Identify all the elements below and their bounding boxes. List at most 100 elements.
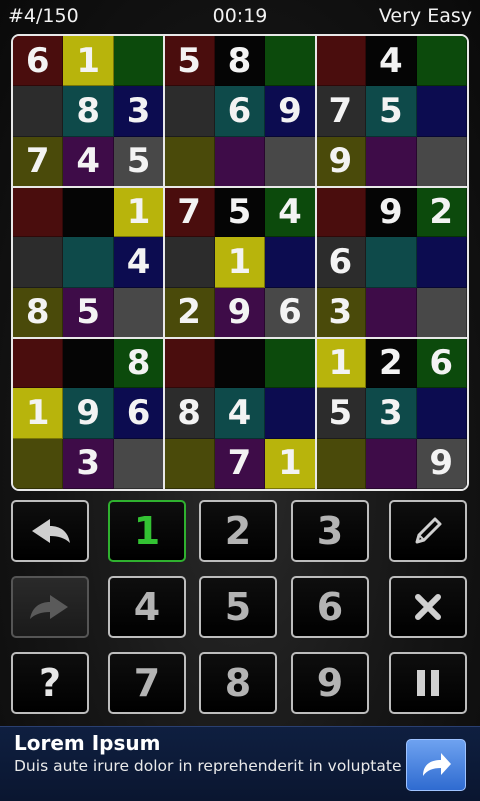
board-cell[interactable]	[265, 338, 316, 389]
board-cell[interactable]	[113, 36, 165, 87]
board-cell[interactable]: 3	[113, 86, 165, 137]
pencil-button[interactable]	[389, 500, 467, 562]
board-cell[interactable]: 1	[13, 388, 64, 439]
board-cell[interactable]	[164, 338, 215, 389]
board-cell[interactable]	[13, 86, 64, 137]
digit-1-button[interactable]: 1	[108, 500, 186, 562]
board-cell[interactable]: 7	[214, 438, 266, 489]
board-cell[interactable]: 6	[416, 338, 467, 389]
board-cell[interactable]	[315, 36, 367, 87]
board-cell[interactable]	[214, 136, 266, 187]
board-cell[interactable]	[265, 388, 316, 439]
board-cell[interactable]	[265, 237, 316, 288]
board-cell[interactable]: 7	[164, 187, 215, 238]
digit-2-button[interactable]: 2	[199, 500, 277, 562]
board-cell[interactable]	[63, 187, 114, 238]
board-cell[interactable]: 4	[113, 237, 165, 288]
board-cell[interactable]: 8	[63, 86, 114, 137]
board-cell[interactable]: 8	[164, 388, 215, 439]
board-cell[interactable]	[416, 388, 467, 439]
board-cell[interactable]: 1	[63, 36, 114, 87]
board-cell[interactable]	[164, 136, 215, 187]
board-cell[interactable]: 4	[214, 388, 266, 439]
pause-button[interactable]	[389, 652, 467, 714]
board-cell[interactable]: 2	[164, 287, 215, 338]
board-cell[interactable]	[315, 187, 367, 238]
key-label: 7	[133, 661, 161, 705]
board-cell[interactable]	[13, 237, 64, 288]
board-cell[interactable]	[214, 338, 266, 389]
undo-button[interactable]	[11, 500, 89, 562]
board-cell[interactable]	[13, 338, 64, 389]
board-cell[interactable]	[265, 136, 316, 187]
board-cell[interactable]	[416, 287, 467, 338]
board-cell[interactable]: 6	[113, 388, 165, 439]
board-cell[interactable]	[13, 187, 64, 238]
board-cell[interactable]	[315, 438, 367, 489]
digit-7-button[interactable]: 7	[108, 652, 186, 714]
board-cell[interactable]: 1	[113, 187, 165, 238]
board-cell[interactable]: 5	[63, 287, 114, 338]
board-cell[interactable]: 6	[315, 237, 367, 288]
board-cell[interactable]: 9	[366, 187, 417, 238]
board-cell[interactable]	[164, 237, 215, 288]
board-cell[interactable]: 6	[265, 287, 316, 338]
board-cell[interactable]: 5	[113, 136, 165, 187]
board-cell[interactable]	[416, 237, 467, 288]
digit-8-button[interactable]: 8	[199, 652, 277, 714]
digit-3-button[interactable]: 3	[291, 500, 369, 562]
board-cell[interactable]: 6	[214, 86, 266, 137]
digit-6-button[interactable]: 6	[291, 576, 369, 638]
board-cell[interactable]	[13, 438, 64, 489]
board-cell[interactable]	[366, 136, 417, 187]
board-cell[interactable]	[265, 36, 316, 87]
board-cell[interactable]: 3	[63, 438, 114, 489]
board-cell[interactable]: 2	[416, 187, 467, 238]
board-cell[interactable]: 1	[265, 438, 316, 489]
board-cell[interactable]: 5	[366, 86, 417, 137]
digit-9-button[interactable]: 9	[291, 652, 369, 714]
hint-button[interactable]: ?	[11, 652, 89, 714]
board-cell[interactable]: 7	[13, 136, 64, 187]
board-cell[interactable]: 3	[366, 388, 417, 439]
board-cell[interactable]: 9	[265, 86, 316, 137]
board-cell[interactable]	[366, 237, 417, 288]
board-cell[interactable]	[366, 438, 417, 489]
board-cell[interactable]	[366, 287, 417, 338]
ad-banner[interactable]: Lorem Ipsum Duis aute irure dolor in rep…	[0, 726, 480, 801]
board-cell[interactable]	[416, 86, 467, 137]
board-cell[interactable]: 8	[214, 36, 266, 87]
share-arrow-icon	[423, 753, 451, 776]
board-cell[interactable]: 9	[315, 136, 367, 187]
board-cell[interactable]	[113, 438, 165, 489]
board-cell[interactable]: 5	[164, 36, 215, 87]
board-cell[interactable]	[164, 86, 215, 137]
board-cell[interactable]: 8	[13, 287, 64, 338]
board-cell[interactable]	[113, 287, 165, 338]
board-cell[interactable]: 9	[63, 388, 114, 439]
ad-open-button[interactable]	[406, 739, 466, 791]
board-cell[interactable]: 9	[416, 438, 467, 489]
board-cell[interactable]: 6	[13, 36, 64, 87]
board-cell[interactable]: 1	[315, 338, 367, 389]
board-cell[interactable]: 4	[265, 187, 316, 238]
board-cell[interactable]: 5	[315, 388, 367, 439]
board-cell[interactable]: 4	[63, 136, 114, 187]
board-cell[interactable]: 8	[113, 338, 165, 389]
board-cell[interactable]	[416, 36, 467, 87]
erase-button[interactable]	[389, 576, 467, 638]
board-cell[interactable]	[63, 237, 114, 288]
digit-5-button[interactable]: 5	[199, 576, 277, 638]
board-cell[interactable]: 4	[366, 36, 417, 87]
board-cell[interactable]: 2	[366, 338, 417, 389]
board-cell[interactable]: 7	[315, 86, 367, 137]
board-cell[interactable]: 3	[315, 287, 367, 338]
digit-4-button[interactable]: 4	[108, 576, 186, 638]
board-cell[interactable]: 5	[214, 187, 266, 238]
board-cell[interactable]	[63, 338, 114, 389]
board-cell[interactable]	[416, 136, 467, 187]
board-cell[interactable]: 9	[214, 287, 266, 338]
board-cell[interactable]: 1	[214, 237, 266, 288]
board-cell[interactable]	[164, 438, 215, 489]
redo-button[interactable]	[11, 576, 89, 638]
